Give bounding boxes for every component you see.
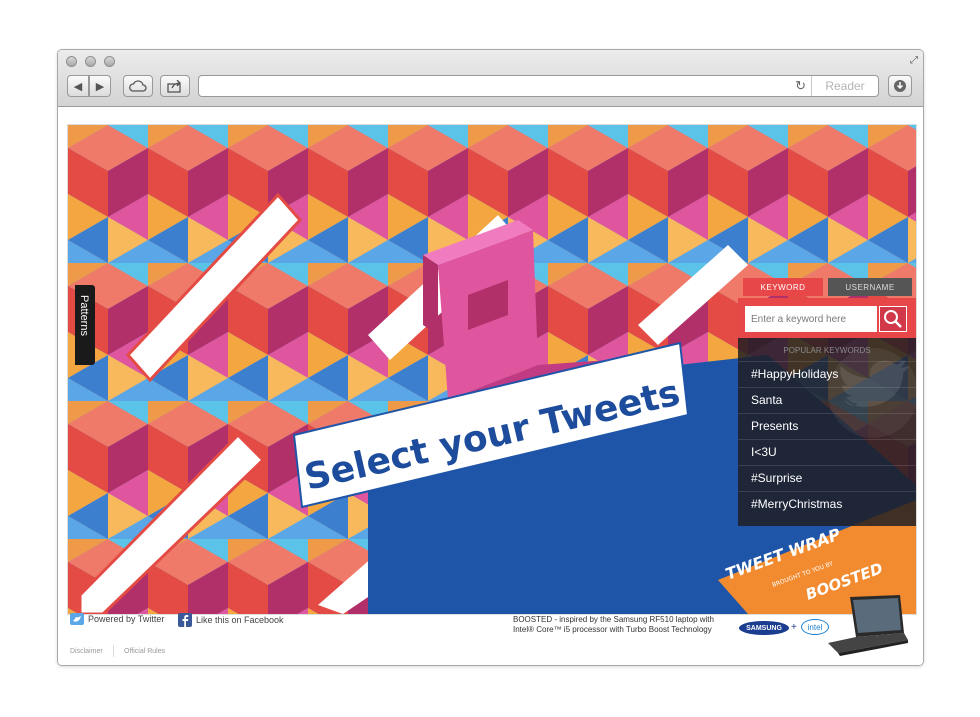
facebook-like-label: Like this on Facebook: [196, 615, 284, 625]
facebook-like-link[interactable]: Like this on Facebook: [178, 613, 284, 627]
page-content: Select your Tweets TWEET WRAP BROUGHT TO…: [58, 107, 923, 665]
keyword-item[interactable]: #Surprise: [738, 465, 916, 490]
twitter-icon: [70, 613, 84, 625]
download-icon: [894, 80, 906, 92]
disclaimer-link[interactable]: Disclaimer: [70, 648, 103, 655]
popular-keywords: POPULAR KEYWORDS #HappyHolidays Santa Pr…: [738, 338, 916, 526]
search-button[interactable]: [879, 306, 907, 332]
share-button[interactable]: [160, 75, 190, 97]
fullscreen-icon[interactable]: ⤢: [908, 54, 920, 66]
laptop-image: [828, 595, 908, 656]
back-arrow-icon: ◀: [73, 80, 83, 93]
tab-keyword[interactable]: KEYWORD: [743, 278, 823, 296]
back-button[interactable]: ◀: [67, 75, 89, 97]
samsung-logo: SAMSUNG: [739, 621, 789, 635]
forward-button[interactable]: ▶: [89, 75, 111, 97]
downloads-button[interactable]: [888, 75, 912, 97]
keyword-item[interactable]: Presents: [738, 413, 916, 438]
search-box: Enter a keyword here: [738, 298, 916, 338]
footer-divider: [113, 645, 114, 657]
powered-by-twitter-link[interactable]: Powered by Twitter: [70, 613, 164, 625]
cloud-icon: [129, 80, 147, 92]
patterns-label: Patterns: [78, 295, 90, 336]
address-bar[interactable]: ↻ Reader: [198, 75, 879, 97]
share-icon: [167, 79, 181, 93]
intel-logo: intel: [801, 619, 829, 635]
boosted-description: BOOSTED - inspired by the Samsung RF510 …: [513, 615, 714, 634]
reload-icon[interactable]: ↻: [795, 78, 806, 94]
forward-arrow-icon: ▶: [95, 80, 105, 93]
close-window-button[interactable]: [66, 56, 77, 67]
tab-username[interactable]: USERNAME: [828, 278, 912, 296]
keyword-input[interactable]: Enter a keyword here: [745, 306, 877, 332]
keyword-item[interactable]: #MerryChristmas: [738, 491, 916, 516]
patterns-tab[interactable]: Patterns: [75, 285, 95, 365]
icloud-button[interactable]: [123, 75, 153, 97]
official-rules-link[interactable]: Official Rules: [124, 648, 165, 655]
browser-window: ⤢ ◀ ▶ ↻ Reader Select your Tweets TWEET …: [57, 49, 924, 666]
powered-by-twitter-label: Powered by Twitter: [88, 614, 165, 624]
facebook-icon: [178, 613, 192, 627]
browser-toolbar: ⤢ ◀ ▶ ↻ Reader: [58, 50, 923, 107]
tweet-search-panel: KEYWORD USERNAME Enter a keyword here PO…: [738, 272, 916, 527]
keyword-item[interactable]: Santa: [738, 387, 916, 412]
popular-keywords-title: POPULAR KEYWORDS: [783, 346, 871, 355]
minimize-window-button[interactable]: [85, 56, 96, 67]
plus-sign: +: [791, 622, 797, 633]
keyword-item[interactable]: #HappyHolidays: [738, 361, 916, 386]
search-icon: [884, 310, 902, 328]
zoom-window-button[interactable]: [104, 56, 115, 67]
reader-button[interactable]: Reader: [811, 76, 878, 96]
keyword-item[interactable]: I<3U: [738, 439, 916, 464]
